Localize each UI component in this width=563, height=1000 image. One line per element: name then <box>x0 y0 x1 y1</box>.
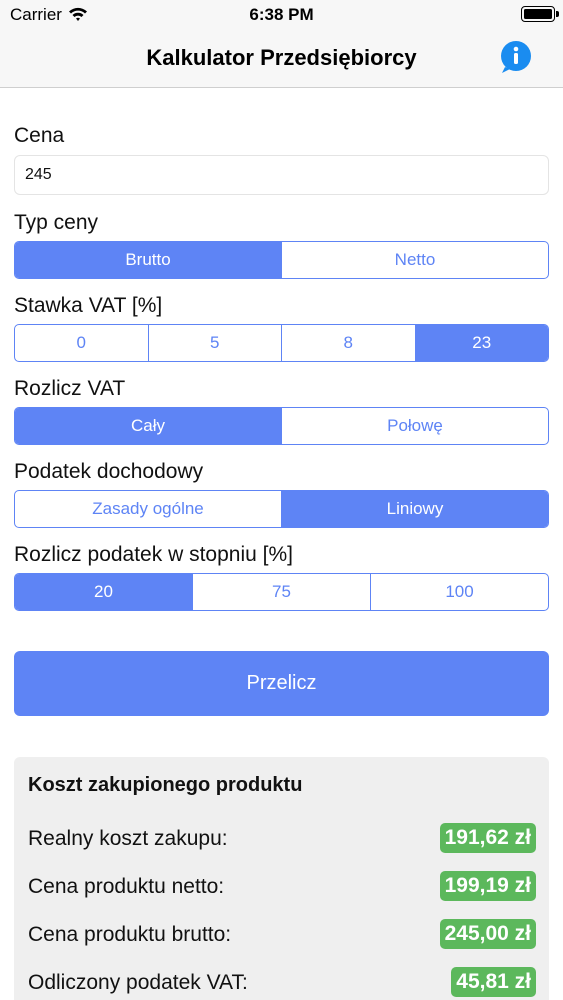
result-row: Cena produktu netto: 199,19 zł <box>28 871 536 905</box>
status-bar: Carrier 6:38 PM <box>0 0 563 32</box>
vat-settlement-full[interactable]: Cały <box>15 408 281 444</box>
status-time: 6:38 PM <box>249 5 314 24</box>
vat-rate-8[interactable]: 8 <box>281 325 415 361</box>
navigation-bar: Kalkulator Przedsiębiorcy <box>0 32 563 88</box>
price-type-netto[interactable]: Netto <box>281 242 548 278</box>
vat-settlement-half[interactable]: Połowę <box>281 408 548 444</box>
info-icon[interactable] <box>497 38 535 76</box>
result-row-label: Odliczony podatek VAT: <box>28 971 248 994</box>
price-label: Cena <box>14 124 65 147</box>
tax-degree-segmented: 20 75 100 <box>14 573 549 611</box>
income-tax-segmented: Zasady ogólne Liniowy <box>14 490 549 528</box>
result-row-label: Realny koszt zakupu: <box>28 827 228 850</box>
page-title: Kalkulator Przedsiębiorcy <box>146 45 417 70</box>
tax-degree-label: Rozlicz podatek w stopniu [%] <box>14 543 293 566</box>
tax-degree-20[interactable]: 20 <box>15 574 192 610</box>
income-tax-label: Podatek dochodowy <box>14 460 204 483</box>
result-value-badge: 199,19 zł <box>439 871 536 901</box>
battery-icon <box>521 6 559 22</box>
results-title: Koszt zakupionego produktu <box>28 774 303 796</box>
vat-rate-23[interactable]: 23 <box>414 325 548 361</box>
price-type-label: Typ ceny <box>14 211 99 234</box>
calculate-button[interactable]: Przelicz <box>14 651 549 716</box>
vat-settlement-label: Rozlicz VAT <box>14 377 126 400</box>
vat-rate-label: Stawka VAT [%] <box>14 294 163 317</box>
results-card: Koszt zakupionego produktu Realny koszt … <box>14 757 549 1000</box>
price-type-brutto[interactable]: Brutto <box>15 242 281 278</box>
result-value-badge: 45,81 zł <box>451 967 536 997</box>
price-type-segmented: Brutto Netto <box>14 241 549 279</box>
income-tax-general[interactable]: Zasady ogólne <box>15 491 281 527</box>
income-tax-linear[interactable]: Liniowy <box>281 491 548 527</box>
result-value-badge: 191,62 zł <box>439 823 536 853</box>
vat-rate-5[interactable]: 5 <box>147 325 282 361</box>
vat-settlement-segmented: Cały Połowę <box>14 407 549 445</box>
price-input[interactable] <box>14 155 549 195</box>
result-row-label: Cena produktu netto: <box>28 875 225 898</box>
result-value-badge: 245,00 zł <box>439 919 536 949</box>
result-row: Cena produktu brutto: 245,00 zł <box>28 919 536 953</box>
result-row: Realny koszt zakupu: 191,62 zł <box>28 823 536 857</box>
vat-rate-segmented: 0 5 8 23 <box>14 324 549 362</box>
result-row: Odliczony podatek VAT: 45,81 zł <box>28 967 536 1000</box>
vat-rate-0[interactable]: 0 <box>15 325 148 361</box>
result-row-label: Cena produktu brutto: <box>28 923 232 946</box>
tax-degree-75[interactable]: 75 <box>192 574 370 610</box>
tax-degree-100[interactable]: 100 <box>370 574 548 610</box>
